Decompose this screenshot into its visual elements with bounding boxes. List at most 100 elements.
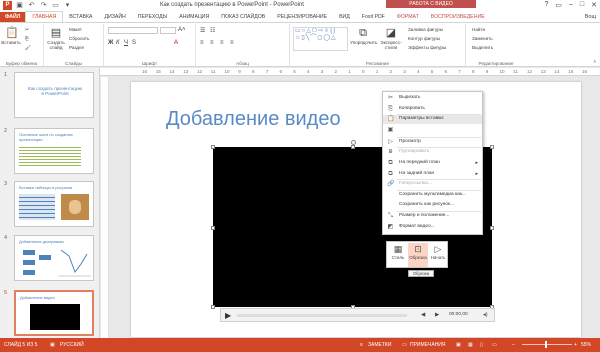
tab-slideshow[interactable]: ПОКАЗ СЛАЙДОВ [215,12,271,22]
reset-button[interactable]: Сбросить [69,36,89,41]
zoom-in-icon[interactable]: + [574,342,577,348]
tab-insert[interactable]: ВСТАВКА [63,12,98,22]
start-button[interactable]: ▷ Начать [428,243,448,267]
tab-transitions[interactable]: ПЕРЕХОДЫ [132,12,173,22]
zoom-level[interactable]: 55% [581,342,591,348]
context-menu-item[interactable]: Сохранить мультимедиа как... [383,191,482,200]
resize-handle[interactable] [351,145,355,149]
paste-button[interactable]: 📋 Вставить [1,27,21,45]
context-menu-item[interactable]: ⤡ Размер и положение... [383,212,482,221]
italic-icon[interactable]: К [116,40,120,46]
zoom-slider-thumb[interactable] [545,341,547,348]
context-menu-item[interactable]: Сохранить как рисунок... [383,201,482,210]
save-icon[interactable]: ▣ [15,1,24,10]
slideshow-view-icon[interactable]: ▭ [492,342,497,348]
tab-home[interactable]: ГЛАВНАЯ [25,11,64,22]
comments-button[interactable]: ПРИМЕЧАНИЯ [410,342,446,348]
font-name-combo[interactable] [108,27,158,34]
arrange-button[interactable]: ⧉ Упорядочить [350,27,377,45]
rotate-handle[interactable] [351,140,356,145]
bullets-icon[interactable]: ☰ [200,27,205,34]
justify-icon[interactable]: ≡ [230,40,234,46]
reading-view-icon[interactable]: ▯ [480,342,483,348]
resize-handle[interactable] [211,145,215,149]
tab-view[interactable]: ВИД [333,12,356,22]
shape-effects-button[interactable]: Эффекты фигуры [408,45,446,50]
context-menu-item[interactable]: ⧉ На задний план ▸ [383,170,482,179]
normal-view-icon[interactable]: ▣ [456,342,461,348]
slide-thumbnail-5[interactable]: Добавление видео [14,290,94,336]
tab-foxit[interactable]: Foxit PDF [356,12,391,22]
timeline-track[interactable] [237,314,407,317]
zoom-out-icon[interactable]: – [512,342,515,348]
tab-design[interactable]: ДИЗАЙН [98,12,131,22]
shapes-gallery[interactable]: ▭○△⬠⇨⇩{}☆▯╲⌒◻◯△ [293,27,348,51]
step-forward-icon[interactable]: ▶ [435,312,439,318]
align-center-icon[interactable]: ≡ [210,40,214,46]
resize-handle[interactable] [211,226,215,230]
cut-icon[interactable]: ✂ [25,27,29,33]
numbering-icon[interactable]: ☷ [210,27,215,34]
bold-icon[interactable]: Ж [108,40,113,46]
tab-file[interactable]: ФАЙЛ [0,12,26,22]
grow-font-icon[interactable]: A˄ [178,27,186,33]
user-name[interactable]: Вощ [585,12,600,22]
layout-button[interactable]: Макет [69,27,82,32]
shape-fill-button[interactable]: Заливка фигуры [408,27,443,32]
context-menu-item[interactable]: ✂ Вырезать [383,94,482,103]
notes-button[interactable]: ЗАМЕТКИ [368,342,391,348]
find-button[interactable]: Найти [472,27,485,32]
new-slide-button[interactable]: ▤ Создать слайд [45,27,67,50]
quick-styles-button[interactable]: ◪ Экспресс-стили [378,27,404,50]
minimize-icon[interactable]: – [569,1,573,9]
collapse-ribbon-icon[interactable]: ˄ [593,59,596,64]
tab-format[interactable]: ФОРМАТ [391,12,425,22]
slide-thumbnail-3[interactable]: Вставка таблицы и рисунков [14,181,94,227]
close-icon[interactable]: ✕ [591,1,597,9]
underline-icon[interactable]: Ч [124,40,128,46]
qat-more-icon[interactable]: ▾ [63,1,72,10]
language-indicator[interactable]: РУССКИЙ [60,342,84,348]
resize-handle[interactable] [490,145,494,149]
slide-thumbnail-2[interactable]: Основные шаги по созданию презентации [14,128,94,174]
style-button[interactable]: ▦ Стиль [388,243,408,267]
tab-review[interactable]: РЕЦЕНЗИРОВАНИЕ [271,12,333,22]
font-size-combo[interactable] [160,27,176,34]
copy-icon[interactable]: ⎘ [25,36,29,41]
spellcheck-icon[interactable]: ▣ [50,342,55,348]
font-color-icon[interactable]: A [174,40,178,46]
slide-thumbnail-1[interactable]: Как создать презентацию в PowerPoint [14,72,94,118]
notes-icon[interactable]: ≡ [360,342,363,348]
volume-icon[interactable]: ◂) [483,312,488,318]
select-button[interactable]: Выделить [472,45,493,50]
resize-handle[interactable] [211,305,215,309]
redo-icon[interactable]: ↷ [39,1,48,10]
shadow-icon[interactable]: S [132,40,136,46]
slide-thumbnail-4[interactable]: Добавление диаграммы [14,235,94,281]
context-menu-item[interactable]: ⧉ На передний план ▸ [383,159,482,168]
context-menu-item[interactable]: ◩ Формат видео... [383,223,482,232]
undo-icon[interactable]: ↶ [27,1,36,10]
help-icon[interactable]: ? [544,1,548,9]
align-left-icon[interactable]: ≡ [200,40,204,46]
tab-animations[interactable]: АНИМАЦИЯ [173,12,215,22]
maximize-icon[interactable]: □ [580,1,584,9]
align-right-icon[interactable]: ≡ [220,40,224,46]
context-menu-item[interactable]: 📋 Параметры вставки: [383,115,482,124]
step-back-icon[interactable]: ◀ [421,312,425,318]
sorter-view-icon[interactable]: ▦ [468,342,473,348]
context-menu-item[interactable]: ▣ [383,126,482,135]
format-painter-icon[interactable]: 🖌 [25,45,31,51]
play-icon[interactable]: ▶ [225,311,231,320]
ribbon-display-icon[interactable]: ▭ [555,1,562,9]
section-button[interactable]: Раздел [69,45,84,50]
slide-title[interactable]: Добавление видео [166,108,341,131]
crop-button[interactable]: ⊡ Обрезка [408,243,428,267]
replace-button[interactable]: Заменить [472,36,493,41]
context-menu-item[interactable]: ⎘ Копировать [383,105,482,114]
context-menu-item[interactable]: ▷ Просмотр [383,138,482,147]
comments-icon[interactable]: ▭ [402,342,407,348]
tab-playback[interactable]: ВОСПРОИЗВЕДЕНИЕ [425,12,491,22]
shape-outline-button[interactable]: Контур фигуры [408,36,440,41]
resize-handle[interactable] [490,226,494,230]
